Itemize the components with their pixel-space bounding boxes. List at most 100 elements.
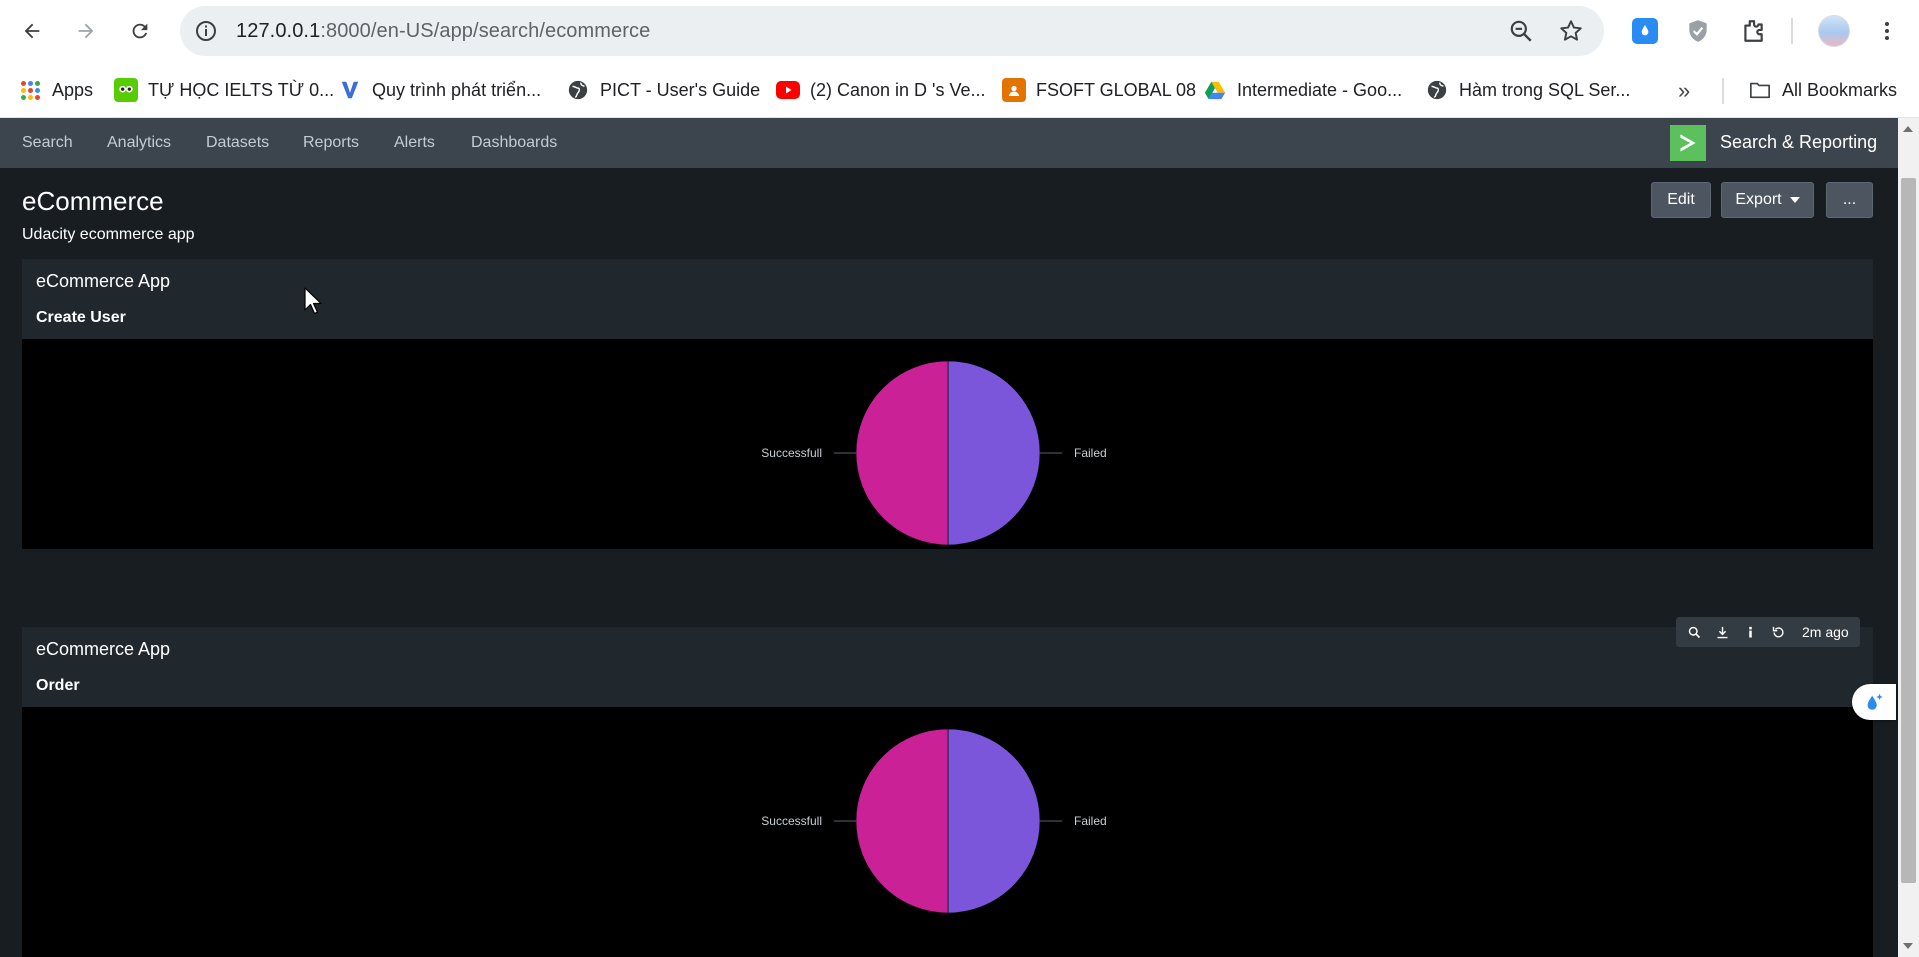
floating-extension-button[interactable]	[1852, 684, 1896, 720]
pie-label-failed: Failed	[1074, 446, 1107, 460]
panel-title: eCommerce App	[36, 639, 171, 659]
back-arrow-icon	[24, 23, 40, 39]
export-button[interactable]: Export	[1721, 182, 1814, 218]
site-info-icon[interactable]	[194, 19, 218, 43]
viz-area: Failed Successfull	[22, 339, 1873, 549]
pie-chart: Failed Successfull	[761, 728, 1107, 914]
google-drive-icon	[1203, 78, 1227, 102]
info-icon[interactable]	[1736, 617, 1764, 647]
classroom-icon	[1002, 78, 1026, 102]
pie-slice-successfull[interactable]	[855, 728, 949, 914]
bookmark-label: TỰ HỌC IELTS TỪ 0...	[148, 79, 335, 100]
url-text[interactable]: 127.0.0.1:8000/en-US/app/search/ecommerc…	[236, 20, 650, 43]
appnav-datasets[interactable]: Datasets	[206, 134, 269, 152]
search-icon[interactable]	[1680, 617, 1708, 647]
bookmark-ielts[interactable]: TỰ HỌC IELTS TỪ 0...	[114, 76, 334, 104]
reload-button[interactable]	[122, 13, 158, 49]
bookmark-quy-trinh[interactable]: Quy trình phát triển...	[338, 76, 541, 104]
shield-icon	[1689, 20, 1707, 42]
puzzle-icon	[1744, 20, 1763, 42]
edit-button[interactable]: Edit	[1651, 182, 1711, 218]
all-bookmarks[interactable]: All Bookmarks	[1748, 76, 1897, 104]
dashboard-description: Udacity ecommerce app	[22, 226, 195, 243]
scroll-up-arrow-icon[interactable]	[1903, 126, 1913, 132]
bookmark-label: Apps	[52, 79, 94, 100]
bookmark-ham-sql[interactable]: Hàm trong SQL Ser...	[1425, 76, 1630, 104]
bookmark-label: Intermediate - Goo...	[1237, 79, 1403, 100]
bookmark-label: (2) Canon in D 's Ve...	[810, 79, 986, 100]
globe-icon	[1425, 78, 1449, 102]
browser-toolbar: 127.0.0.1:8000/en-US/app/search/ecommerc…	[0, 0, 1919, 62]
pie-label-failed: Failed	[1074, 814, 1107, 828]
scrollbar-thumb[interactable]	[1901, 178, 1916, 883]
dashboard: eCommerce Udacity ecommerce app Edit Exp…	[0, 168, 1898, 957]
download-icon[interactable]	[1708, 617, 1736, 647]
mouse-cursor-icon	[304, 287, 322, 315]
export-button-label: Export	[1735, 191, 1782, 208]
more-actions-label: ...	[1842, 191, 1857, 208]
page-scrollbar[interactable]	[1898, 118, 1919, 957]
app-name[interactable]: Search & Reporting	[1720, 132, 1877, 153]
panel-toolbar: 2m ago	[1676, 617, 1860, 647]
globe-icon	[566, 78, 590, 102]
app-logo-icon[interactable]	[1670, 125, 1706, 161]
all-bookmarks-label: All Bookmarks	[1782, 79, 1898, 100]
bookmark-fsoft[interactable]: FSOFT GLOBAL 08	[1002, 76, 1196, 104]
appnav-dashboards[interactable]: Dashboards	[471, 134, 557, 152]
pie-chart: Failed Successfull	[761, 360, 1107, 546]
browser-menu-button[interactable]	[1872, 16, 1902, 46]
forward-button[interactable]	[68, 13, 104, 49]
appnav-alerts[interactable]: Alerts	[394, 134, 435, 152]
apps-grid-icon	[18, 78, 42, 102]
refresh-icon[interactable]	[1764, 617, 1792, 647]
panel-create-user: eCommerce App Create User Failed Successf…	[22, 259, 1873, 549]
url-host: 127.0.0.1	[236, 20, 321, 42]
app-bar: Search Analytics Datasets Reports Alerts…	[0, 118, 1898, 168]
owl-icon	[114, 78, 138, 102]
bookmark-label: FSOFT GLOBAL 08	[1036, 79, 1197, 100]
water-drop-icon	[1632, 18, 1658, 44]
appnav-search[interactable]: Search	[22, 134, 73, 152]
back-button[interactable]	[14, 13, 50, 49]
forward-arrow-icon	[78, 23, 94, 39]
reload-icon	[132, 23, 148, 39]
last-refresh-time: 2m ago	[1802, 624, 1849, 640]
viz-area: Failed Successfull	[22, 707, 1873, 957]
scroll-down-arrow-icon[interactable]	[1903, 943, 1913, 949]
kebab-menu-icon	[1885, 22, 1889, 40]
sparkle-drop-icon	[1867, 693, 1883, 710]
extensions-button[interactable]	[1738, 16, 1768, 46]
viz-title: Order	[36, 677, 80, 694]
toolbar-divider	[1791, 18, 1793, 44]
pie-slice-failed[interactable]	[947, 728, 1041, 914]
more-actions-button[interactable]: ...	[1826, 182, 1873, 218]
dashboard-title: eCommerce	[22, 186, 164, 216]
viz-title: Create User	[36, 309, 126, 326]
address-bar[interactable]: 127.0.0.1:8000/en-US/app/search/ecommerc…	[180, 6, 1604, 56]
panel-title: eCommerce App	[36, 271, 171, 291]
bookmark-canon[interactable]: (2) Canon in D 's Ve...	[776, 76, 986, 104]
pie-slice-successfull[interactable]	[855, 360, 949, 546]
bookmark-pict[interactable]: PICT - User's Guide	[566, 76, 760, 104]
pie-label-successfull: Successfull	[761, 446, 822, 460]
bookmark-star-icon[interactable]	[1558, 18, 1584, 44]
v-logo-icon	[338, 78, 362, 102]
pie-label-successfull: Successfull	[761, 814, 822, 828]
bookmarks-divider	[1722, 78, 1724, 104]
bookmark-intermediate[interactable]: Intermediate - Goo...	[1203, 76, 1402, 104]
appnav-reports[interactable]: Reports	[303, 134, 359, 152]
bookmark-label: Hàm trong SQL Ser...	[1459, 79, 1631, 100]
bookmark-label: Quy trình phát triển...	[372, 79, 542, 100]
more-bookmarks-chevron-icon[interactable]: »	[1678, 78, 1690, 104]
youtube-icon	[776, 81, 800, 99]
bookmark-apps[interactable]: Apps	[18, 76, 93, 104]
zoom-icon[interactable]	[1508, 18, 1534, 44]
shield-extension-button[interactable]	[1683, 16, 1713, 46]
pie-slice-failed[interactable]	[947, 360, 1041, 546]
profile-avatar[interactable]	[1818, 15, 1850, 47]
extension-drop-button[interactable]	[1630, 16, 1660, 46]
bookmark-label: PICT - User's Guide	[600, 79, 761, 100]
bookmarks-bar: Apps TỰ HỌC IELTS TỪ 0... Quy trình phát…	[0, 62, 1919, 118]
appnav-analytics[interactable]: Analytics	[107, 134, 171, 152]
edit-button-label: Edit	[1667, 191, 1695, 208]
